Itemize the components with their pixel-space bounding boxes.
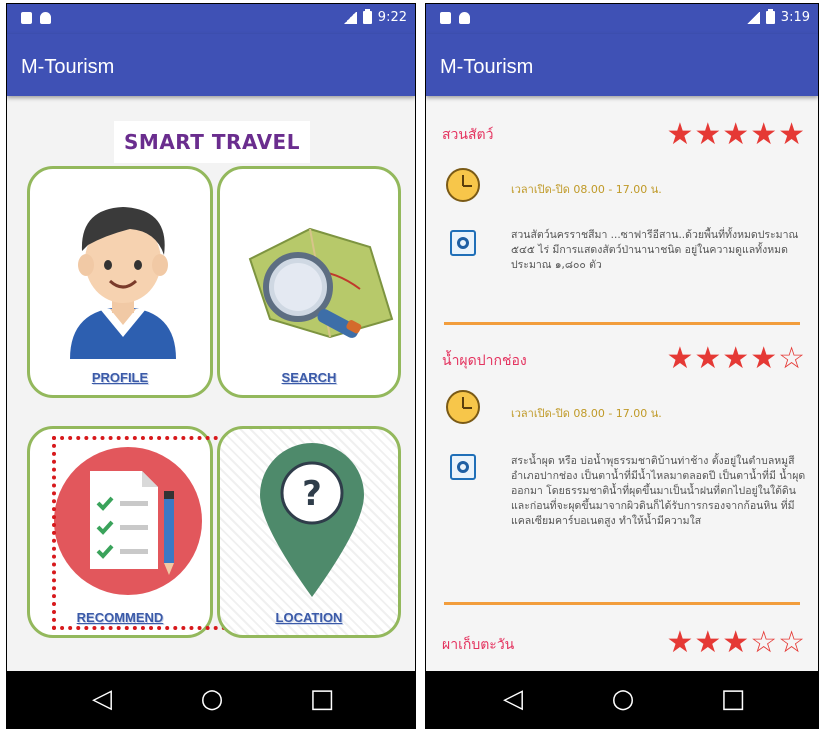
clock-icon — [446, 390, 480, 424]
recent-apps-icon[interactable]: □ — [718, 686, 748, 712]
battery-icon — [765, 9, 775, 24]
place-description: สระน้ำผุด หรือ บ่อน้ำพุธรรมชาติบ้านท่าช้… — [511, 455, 806, 527]
profile-avatar-icon — [70, 207, 176, 359]
android-icon — [459, 12, 470, 24]
svg-text:?: ? — [302, 474, 322, 514]
list-item-place[interactable]: สวนสัตว์ ★★★★★ เวลาเปิด-ปิด 08.00 - 17.0… — [426, 96, 818, 346]
info-icon — [450, 454, 476, 480]
battery-icon — [362, 9, 372, 24]
navigation-bar: ◁ ○ □ — [426, 671, 818, 728]
recent-apps-icon[interactable]: □ — [307, 686, 337, 712]
recommend-list[interactable]: สวนสัตว์ ★★★★★ เวลาเปิด-ปิด 08.00 - 17.0… — [426, 96, 818, 671]
place-name: น้ำผุดปากช่อง — [442, 353, 527, 369]
place-name: ผาเก็บตะวัน — [442, 637, 515, 653]
home-icon[interactable]: ○ — [608, 686, 638, 712]
phone-screen-home: 9:22 M-Tourism SMART TRAVEL PROFILE SEAR… — [6, 3, 416, 729]
notification-icon — [440, 12, 451, 24]
status-bar: 9:22 — [7, 4, 415, 34]
star-rating: ★★★★☆ — [666, 341, 806, 376]
place-name: สวนสัตว์ — [442, 127, 494, 143]
search-tile[interactable]: SEARCH — [217, 166, 401, 398]
divider — [444, 602, 800, 605]
home-icon[interactable]: ○ — [197, 686, 227, 712]
app-title: M-Tourism — [21, 56, 115, 78]
status-time: 9:22 — [377, 10, 407, 25]
smart-travel-banner: SMART TRAVEL — [114, 121, 310, 163]
star-rating: ★★★☆☆ — [666, 625, 806, 660]
location-label: LOCATION — [275, 610, 343, 625]
android-icon — [40, 12, 51, 24]
profile-tile[interactable]: PROFILE — [27, 166, 213, 398]
back-icon[interactable]: ◁ — [498, 686, 528, 712]
app-title: M-Tourism — [440, 56, 534, 78]
home-content: SMART TRAVEL PROFILE SEARCH RECOMMEND ? … — [7, 96, 415, 671]
signal-icon — [745, 11, 760, 24]
signal-icon — [342, 11, 357, 24]
info-icon — [450, 230, 476, 256]
opening-hours: เวลาเปิด-ปิด 08.00 - 17.00 น. — [511, 407, 662, 420]
opening-hours: เวลาเปิด-ปิด 08.00 - 17.00 น. — [511, 183, 662, 196]
search-label: SEARCH — [281, 370, 337, 385]
star-rating: ★★★★★ — [666, 117, 806, 152]
map-search-icon — [248, 227, 394, 339]
status-time: 3:19 — [780, 10, 810, 25]
list-item-place[interactable]: ผาเก็บตะวัน ★★★☆☆ — [426, 616, 818, 671]
location-pin-icon: ? — [260, 443, 364, 597]
clock-icon — [446, 168, 480, 202]
profile-label: PROFILE — [91, 370, 149, 385]
navigation-bar: ◁ ○ □ — [7, 671, 415, 728]
divider — [444, 322, 800, 325]
back-icon[interactable]: ◁ — [87, 686, 117, 712]
notification-icon — [21, 12, 32, 24]
location-tile[interactable]: ? LOCATION — [217, 426, 401, 638]
app-bar: M-Tourism — [426, 34, 818, 96]
status-bar: 3:19 — [426, 4, 818, 34]
recommend-highlight-box — [52, 436, 226, 630]
phone-screen-recommend: 3:19 M-Tourism สวนสัตว์ ★★★★★ เวลาเปิด-ป… — [425, 3, 819, 729]
app-bar: M-Tourism — [7, 34, 415, 96]
list-item-place[interactable]: น้ำผุดปากช่อง ★★★★☆ เวลาเปิด-ปิด 08.00 -… — [426, 330, 818, 620]
place-description: สวนสัตว์นครราชสีมา ...ซาฟารีอีสาน..ด้วยพ… — [511, 229, 799, 271]
